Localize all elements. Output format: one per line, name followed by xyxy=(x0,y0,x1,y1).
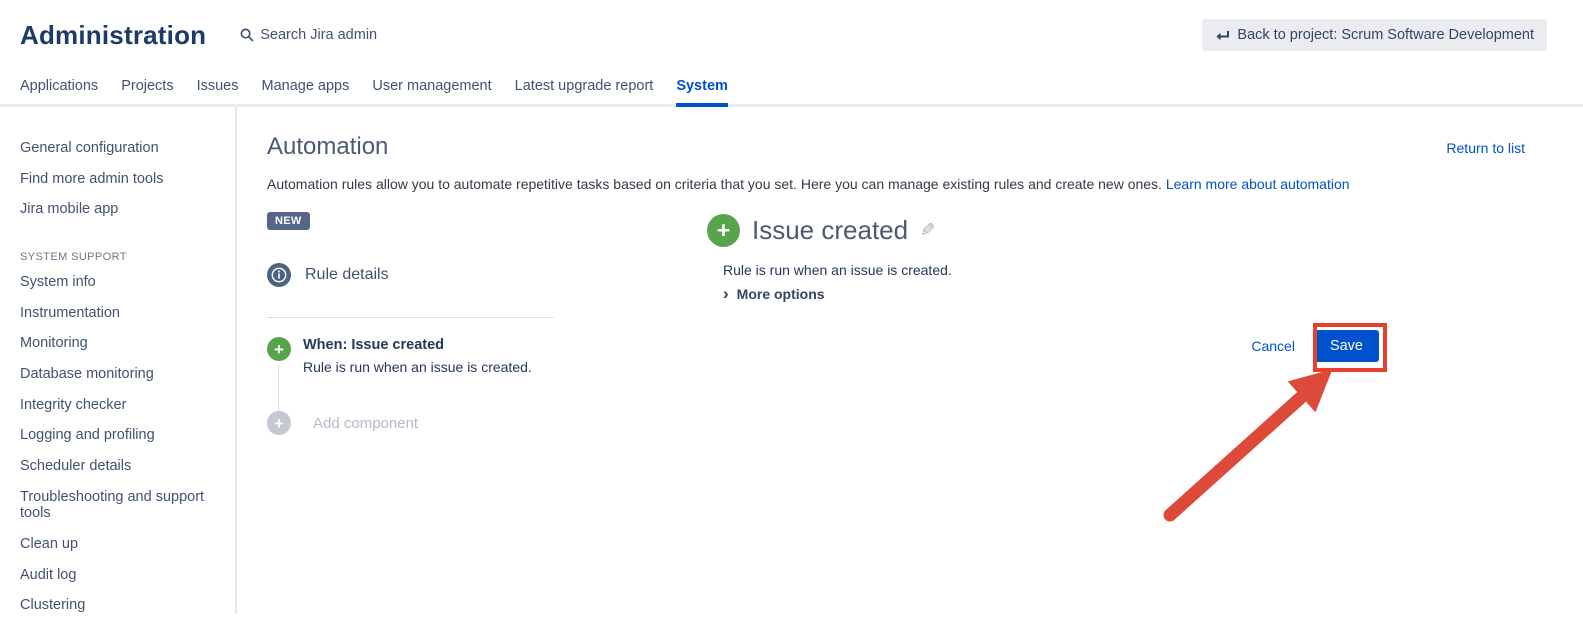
back-button-label: Back to project: Scrum Software Developm… xyxy=(1237,27,1534,43)
sidebar-item-monitoring[interactable]: Monitoring xyxy=(20,328,215,359)
rule-name: Issue created xyxy=(752,215,908,246)
tab-system[interactable]: System xyxy=(676,78,728,104)
add-component-label: Add component xyxy=(313,415,418,432)
edit-rule-name-icon[interactable]: ✎ xyxy=(920,220,935,241)
cancel-button[interactable]: Cancel xyxy=(1251,338,1295,354)
add-component-plus-icon: + xyxy=(267,411,291,435)
rule-description: Rule is run when an issue is created. xyxy=(723,262,952,278)
tab-user-management[interactable]: User management xyxy=(372,78,491,104)
sidebar-item-integrity-checker[interactable]: Integrity checker xyxy=(20,390,215,421)
sidebar-item-clustering[interactable]: Clustering xyxy=(20,590,215,621)
sidebar-item-find-more-admin-tools[interactable]: Find more admin tools xyxy=(20,164,215,195)
when-step-title: When: Issue created xyxy=(303,337,532,353)
search-placeholder: Search Jira admin xyxy=(260,27,377,43)
form-actions: Cancel Save xyxy=(1251,330,1379,362)
page-title: Administration xyxy=(20,20,206,51)
return-arrow-icon xyxy=(1215,29,1230,42)
when-step-description: Rule is run when an issue is created. xyxy=(303,359,532,375)
rule-details-label: Rule details xyxy=(305,266,389,284)
chevron-right-icon: › xyxy=(723,285,729,302)
return-to-list-link[interactable]: Return to list xyxy=(1446,140,1525,156)
sidebar-item-general-configuration[interactable]: General configuration xyxy=(20,133,215,164)
sidebar-section-system-support: SYSTEM SUPPORT xyxy=(20,245,215,267)
admin-nav-tabs: Applications Projects Issues Manage apps… xyxy=(0,70,1583,107)
sidebar-item-clean-up[interactable]: Clean up xyxy=(20,529,215,560)
search-icon xyxy=(240,28,254,42)
tab-latest-upgrade-report[interactable]: Latest upgrade report xyxy=(515,78,654,104)
trigger-plus-icon: + xyxy=(267,337,291,361)
sidebar-item-instrumentation[interactable]: Instrumentation xyxy=(20,298,215,329)
search-input[interactable]: Search Jira admin xyxy=(240,27,377,43)
description-text: Automation rules allow you to automate r… xyxy=(267,176,1162,192)
tab-projects[interactable]: Projects xyxy=(121,78,173,104)
back-to-project-button[interactable]: Back to project: Scrum Software Developm… xyxy=(1202,19,1547,51)
sidebar-item-audit-log[interactable]: Audit log xyxy=(20,560,215,591)
tab-issues[interactable]: Issues xyxy=(197,78,239,104)
panel-divider xyxy=(267,317,554,318)
learn-more-link[interactable]: Learn more about automation xyxy=(1166,176,1350,192)
step-connector-line xyxy=(278,365,279,413)
info-icon xyxy=(267,263,291,287)
annotation-arrow xyxy=(1157,357,1347,527)
sidebar-item-database-monitoring[interactable]: Database monitoring xyxy=(20,359,215,390)
new-badge: NEW xyxy=(267,212,310,230)
sidebar-item-jira-mobile-app[interactable]: Jira mobile app xyxy=(20,194,215,225)
tab-applications[interactable]: Applications xyxy=(20,78,98,104)
sidebar-item-system-info[interactable]: System info xyxy=(20,267,215,298)
automation-main: Automation Return to list Automation rul… xyxy=(237,107,1583,614)
automation-heading: Automation xyxy=(267,133,388,161)
when-issue-created-step[interactable]: + When: Issue created Rule is run when a… xyxy=(267,337,532,375)
automation-description: Automation rules allow you to automate r… xyxy=(267,176,1350,192)
system-sidebar: General configuration Find more admin to… xyxy=(0,107,237,614)
admin-header: Administration Search Jira admin Back to… xyxy=(0,0,1583,70)
tab-manage-apps[interactable]: Manage apps xyxy=(262,78,350,104)
sidebar-item-scheduler-details[interactable]: Scheduler details xyxy=(20,451,215,482)
rule-details-step[interactable]: Rule details xyxy=(267,263,389,287)
save-button[interactable]: Save xyxy=(1314,330,1379,362)
rule-header: + Issue created ✎ xyxy=(707,214,935,247)
rule-trigger-plus-icon: + xyxy=(707,214,740,247)
sidebar-item-logging-and-profiling[interactable]: Logging and profiling xyxy=(20,420,215,451)
sidebar-item-troubleshooting[interactable]: Troubleshooting and support tools xyxy=(20,482,215,529)
more-options-toggle[interactable]: › More options xyxy=(723,285,825,302)
add-component-step[interactable]: + Add component xyxy=(267,411,418,435)
more-options-label: More options xyxy=(737,286,825,302)
